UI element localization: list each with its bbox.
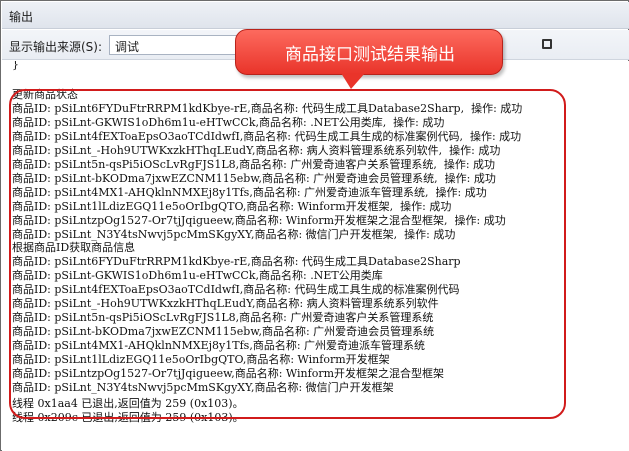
highlight-box (9, 89, 566, 419)
output-window: 输出 显示输出来源(S): 调试 } 更新商品状态 商品ID: pSiLnt6FYD… (0, 0, 629, 451)
callout-pointer (341, 73, 365, 89)
output-source-value: 调试 (115, 40, 140, 54)
word-wrap-icon[interactable] (542, 39, 552, 49)
output-line: } (12, 61, 19, 71)
source-label: 显示输出来源(S): (9, 40, 103, 54)
output-source-select[interactable]: 调试 (109, 35, 241, 55)
panel-title: 输出 (9, 10, 34, 24)
callout-text: 商品接口测试结果输出 (285, 45, 455, 65)
output-titlebar: 输出 (2, 2, 629, 29)
annotation-callout: 商品接口测试结果输出 (235, 29, 503, 75)
